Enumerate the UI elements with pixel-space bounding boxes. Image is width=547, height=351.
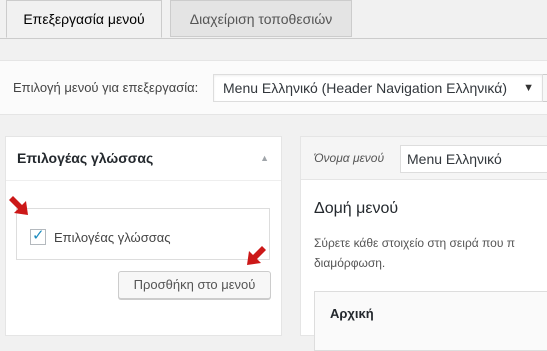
select-button[interactable] <box>543 74 547 102</box>
caret-up-icon[interactable]: ▲ <box>260 153 269 163</box>
menu-select-bar: Επιλογή μενού για επεξεργασία: Menu Ελλη… <box>0 60 547 115</box>
menu-item[interactable]: Αρχική <box>314 291 547 351</box>
menu-name-label: Όνομα μενού <box>314 151 385 165</box>
checkmark-icon: ✓ <box>32 227 45 244</box>
add-to-menu-button[interactable]: Προσθήκη στο μενού <box>118 271 271 299</box>
menu-name-input[interactable]: Menu Ελληνικό <box>400 145 547 173</box>
red-arrow-icon <box>247 246 266 265</box>
description-line: διαμόρφωση. <box>314 256 386 270</box>
menu-name-header: Όνομα μενού Menu Ελληνικό <box>301 137 547 180</box>
menu-select-label: Επιλογή μενού για επεξεργασία: <box>13 80 199 95</box>
tab-edit-menus[interactable]: Επεξεργασία μενού <box>6 0 162 38</box>
description-line: Σύρετε κάθε στοιχείο στη σειρά που π <box>314 236 515 250</box>
chevron-down-icon: ▼ <box>523 82 534 94</box>
menu-tabs: Επεξεργασία μενού Διαχείριση τοποθεσιών <box>0 0 547 39</box>
tab-manage-locations[interactable]: Διαχείριση τοποθεσιών <box>170 0 352 37</box>
red-arrow-icon <box>9 196 28 215</box>
language-switcher-panel: Επιλογέας γλώσσας ▲ ✓ Επιλογέας γλώσσας … <box>5 136 282 336</box>
menu-structure-description: Σύρετε κάθε στοιχείο στη σειρά που π δια… <box>314 233 547 273</box>
language-switcher-list: ✓ Επιλογέας γλώσσας <box>16 208 270 260</box>
menu-select-dropdown[interactable]: Menu Ελληνικό (Header Navigation Ελληνικ… <box>213 74 543 102</box>
menu-structure-panel: Όνομα μενού Menu Ελληνικό Δομή μενού Σύρ… <box>300 136 547 351</box>
checkbox-label: Επιλογέας γλώσσας <box>54 230 171 245</box>
language-switcher-checkbox[interactable]: ✓ <box>30 227 46 245</box>
menu-item-title: Αρχική <box>330 306 374 321</box>
menu-select-value: Menu Ελληνικό (Header Navigation Ελληνικ… <box>223 80 507 96</box>
panel-title: Επιλογέας γλώσσας <box>17 150 154 166</box>
panel-header[interactable]: Επιλογέας γλώσσας ▲ <box>6 137 281 181</box>
menu-structure-title: Δομή μενού <box>314 200 399 217</box>
